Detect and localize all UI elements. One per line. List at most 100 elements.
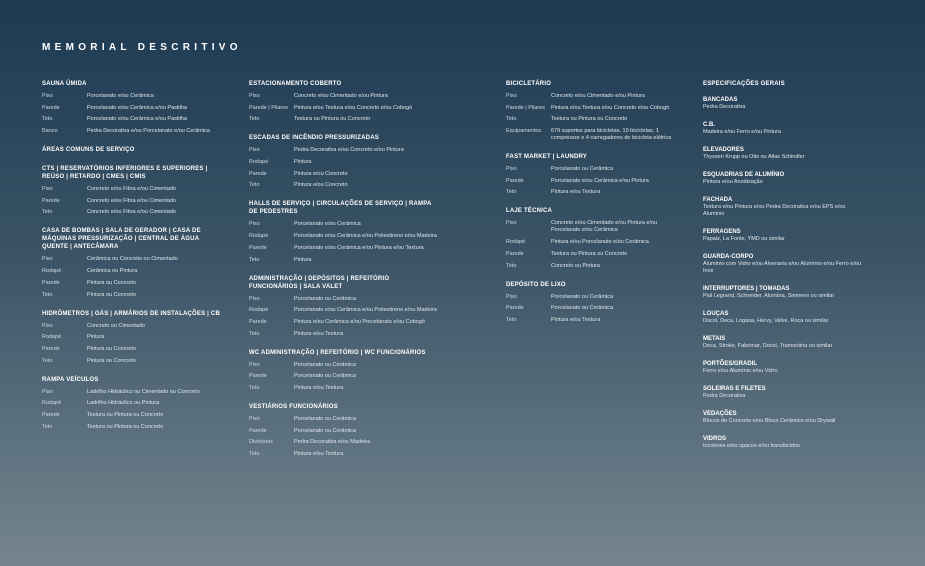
row-label: Parede: [42, 104, 60, 111]
spec-item-value: Incolores e/ou opacos e/ou translúcidos: [703, 443, 800, 449]
spec-row: Teto Pintura e/ou Textura: [506, 189, 676, 196]
row-value: Porcelanato ou Cerâmica: [294, 415, 357, 422]
spec-item-title: C.B.: [703, 122, 715, 128]
row-value: Concreto e/ou Fibra e/ou Cimentado: [87, 209, 176, 216]
row-value: Pintura e/ou Textura: [294, 330, 344, 337]
spec-item-title: FACHADA: [703, 197, 733, 203]
row-label: Rodapé: [249, 307, 269, 314]
row-value: Pedra Decorativa e/ou Porcelanato e/ou C…: [87, 128, 210, 135]
row-label: Divisórias: [249, 439, 273, 446]
row-value: Pedra Decorativa e/ou Madeira: [294, 439, 371, 446]
spec-row: Teto Pintura e/ou Textura: [249, 451, 439, 458]
row-value: Porcelanato ou Cerâmica: [294, 295, 357, 302]
row-label: Parede: [42, 345, 60, 352]
row-label: Teto: [42, 423, 53, 430]
spec-row: Parede | Pilares Pintura e/ou Textura e/o…: [249, 105, 439, 112]
spec-item: SOLEIRAS E FILETES Pedra Decorativa: [703, 385, 863, 400]
row-value: Textura ou Pintura ou Concreto: [87, 411, 164, 418]
row-value: Pintura e/ou Textura: [294, 451, 344, 457]
spec-item: FACHADA Textura e/ou Pintura e/ou Pedra D…: [703, 196, 863, 218]
spec-item-value: Deca, Stroke, Fabrimar, Docol, Tramontin…: [703, 343, 833, 349]
spec-row: Piso Concreto ou Cimentado: [42, 323, 222, 330]
spec-item-value: Papaiz, La Fonte, YMD ou similar: [703, 236, 785, 242]
spec-item-value: Docol, Deca, Logasa, Hervy, Valve, Roca …: [703, 318, 829, 324]
spec-item-value: Thyssen Krupp ou Otis ou Atlas Schindler: [703, 154, 805, 160]
spec-row: Piso Concreto e/ou Cimentado e/ou Pintura: [506, 93, 676, 100]
section: RAMPA VEÍCULOS Piso Ladrilho Hidráulico ou…: [42, 376, 222, 431]
row-label: Banco: [42, 128, 58, 135]
spec-row: Parede Textura ou Pintura ou Concreto: [506, 251, 676, 258]
spec-item: METAIS Deca, Stroke, Fabrimar, Docol, Tra…: [703, 335, 863, 350]
row-value: Porcelanato e/ou Cerâmica e/ou Pastilha: [87, 116, 187, 123]
row-value: Textura ou Pintura ou Concreto: [551, 250, 628, 257]
spec-row: Parede Pintura e/ou Concreto: [249, 171, 439, 178]
spec-item-title: FERRAGENS: [703, 229, 741, 235]
spec-row: Teto Pintura e/ou Textura: [249, 331, 439, 338]
section-title: HALLS DE SERVIÇO | CIRCULAÇÕES DE SERVIÇ…: [249, 201, 432, 216]
row-label: Rodapé: [42, 268, 62, 275]
spec-row: Teto Pintura e/ou Textura: [249, 385, 439, 392]
section: ESCADAS DE INCÊNDIO PRESSURIZADAS Piso Ped…: [249, 134, 439, 189]
section: ADMINISTRAÇÃO | DEPÓSITOS | REFEITÓRIO F…: [249, 275, 439, 338]
spec-row: Parede Porcelanato e/ou Cerâmica e/ou Pin…: [506, 178, 676, 185]
row-value: Porcelanato ou Cerâmica: [551, 293, 614, 300]
row-value: Pintura e/ou Porcelanato e/ou Cerâmica: [551, 239, 649, 246]
spec-item-title: VIDROS: [703, 436, 727, 442]
row-label: Teto: [42, 116, 53, 123]
section-title: ESTACIONAMENTO COBERTO: [249, 81, 342, 87]
spec-row: Piso Porcelanato e/ou Cerâmica: [249, 221, 439, 228]
spec-item: VEDAÇÕES Blocos de Concreto e/ou Bloco Ce…: [703, 410, 863, 425]
spec-row: Rodapé Porcelanato e/ou Cerâmica e/ou Pol…: [249, 233, 439, 240]
row-value: Pedra Decorativa e/ou Concreto e/ou Pint…: [294, 147, 404, 154]
row-value: Pintura ou Concreto: [87, 291, 136, 298]
row-value: Concreto e/ou Cimentado e/ou Pintura: [551, 93, 645, 99]
row-value: Concreto e/ou Cimentado e/ou Pintura e/o…: [551, 220, 658, 234]
spec-item: ESQUADRIAS DE ALUMÍNIO Pintura e/ou Anodi…: [703, 171, 863, 186]
spec-item-title: BANCADAS: [703, 97, 738, 103]
row-label: Parede: [42, 411, 60, 418]
spec-row: Teto Pintura ou Concreto: [42, 292, 222, 299]
spec-row: Teto Pintura e/ou Textura: [506, 317, 676, 324]
row-value: Cerâmica ou Concreto ou Cimentado: [87, 256, 178, 263]
spec-row: Parede Concreto e/ou Fibra e/ou Cimentado: [42, 198, 222, 205]
page-title: MEMORIAL DESCRITIVO: [42, 42, 242, 53]
column-1: SAUNA ÚMIDA Piso Porcelanato e/ou Cerâmica…: [42, 80, 222, 442]
section-title: WC ADMINISTRAÇÃO | REFEITÓRIO | WC FUNCI…: [249, 349, 426, 356]
row-label: Rodapé: [506, 239, 526, 246]
spec-item: PORTÕES/GRADIL Ferro e/ou Alumínio e/ou V…: [703, 360, 863, 375]
row-label: Piso: [506, 93, 517, 99]
row-value: Concreto e/ou Fibra e/ou Cimentado: [87, 186, 176, 193]
spec-item-title: METAIS: [703, 336, 726, 342]
row-label: Parede: [249, 318, 267, 325]
row-value: Pintura e/ou Textura: [294, 384, 344, 391]
row-label: Parede: [506, 177, 524, 184]
spec-item-title: VEDAÇÕES: [703, 411, 737, 417]
row-value: Pintura e/ou Textura: [551, 189, 601, 196]
row-label: Piso: [249, 221, 260, 228]
row-label: Teto: [506, 189, 517, 196]
section: LAJE TÉCNICA Piso Concreto e/ou Cimentado …: [506, 207, 676, 269]
spec-row: Teto Textura ou Pintura ou Concreto: [42, 424, 222, 431]
spec-row: Piso Porcelanato ou Cerâmica: [506, 294, 676, 301]
row-label: Teto: [42, 209, 53, 216]
section: CASA DE BOMBAS | SALA DE GERADOR | CASA …: [42, 227, 222, 298]
row-label: Parede: [249, 244, 267, 251]
section: ÁREAS COMUNS DE SERVIÇO: [42, 146, 222, 154]
spec-item-value: Madeira e/ou Ferro e/ou Pintura: [703, 129, 781, 135]
row-label: Piso: [249, 295, 260, 302]
row-value: Pintura e/ou Textura e/ou Concreto e/ou …: [551, 104, 670, 111]
spec-item-title: LOUÇAS: [703, 311, 729, 317]
spec-item-title: INTERRUPTORES | TOMADAS: [703, 286, 790, 292]
row-label: Teto: [249, 182, 260, 189]
spec-row: Parede Textura ou Pintura ou Concreto: [42, 412, 222, 419]
specs-title: ESPECIFICAÇÕES GERAIS: [703, 81, 785, 87]
spec-row: Rodapé Pintura e/ou Porcelanato e/ou Cerâ…: [506, 239, 676, 246]
spec-row: Parede Porcelanato ou Cerâmica: [249, 373, 439, 380]
row-label: Parede | Pilares: [249, 104, 289, 111]
spec-row: Piso Porcelanato ou Cerâmica: [249, 416, 439, 423]
row-value: Porcelanato ou Cerâmica: [551, 305, 614, 312]
row-value: Porcelanato e/ou Cerâmica: [294, 221, 361, 228]
row-label: Teto: [249, 384, 260, 391]
row-label: Teto: [249, 256, 260, 263]
row-value: Pintura ou Concreto: [87, 357, 136, 364]
